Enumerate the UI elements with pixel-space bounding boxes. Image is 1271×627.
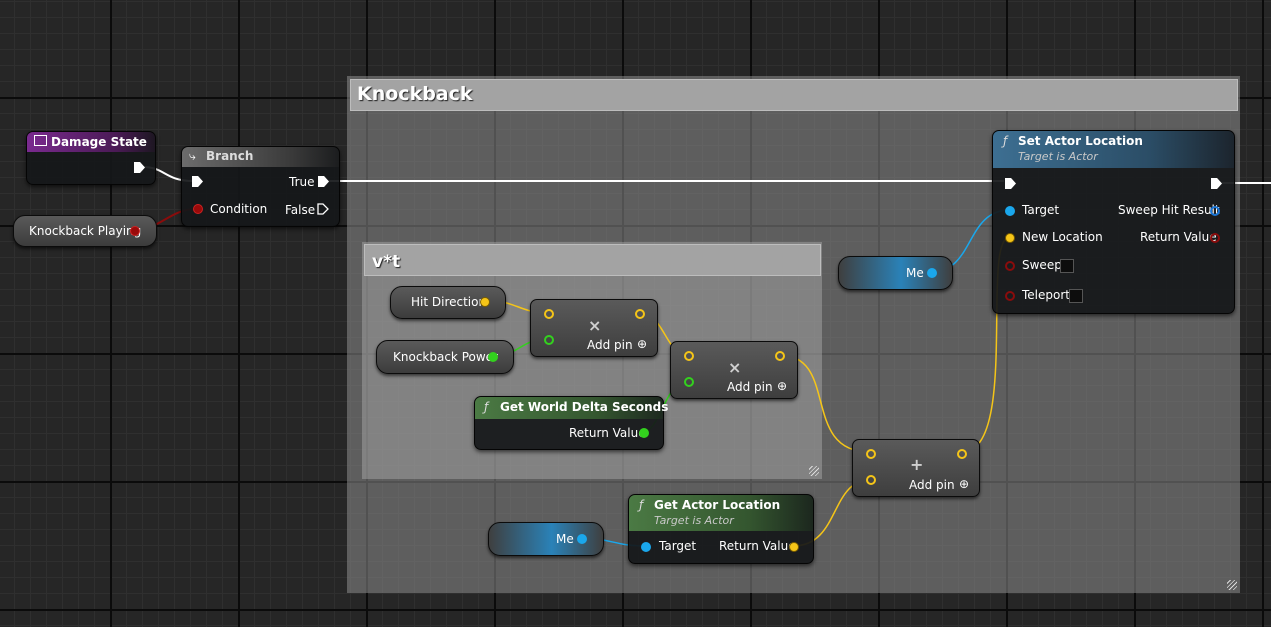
branch-exec-false[interactable]	[317, 203, 329, 215]
branch-false-label: False	[285, 203, 316, 217]
set-actor-location-exec-out[interactable]	[1211, 178, 1222, 189]
function-icon: ƒ	[484, 400, 489, 414]
get-actor-location-title: Get Actor Location	[654, 498, 781, 512]
hit-direction-out-pin[interactable]	[480, 297, 490, 307]
sweep-pin[interactable]	[1005, 261, 1015, 271]
knockback-power-node[interactable]: Knockback Power	[376, 340, 514, 374]
damage-state-title: Damage State	[51, 135, 147, 149]
multiply-1-add-pin[interactable]: Add pin	[587, 338, 633, 352]
new-location-pin[interactable]	[1005, 233, 1015, 243]
multiply-2-add-pin[interactable]: Add pin	[727, 380, 773, 394]
sweep-checkbox[interactable]	[1060, 259, 1074, 273]
branch-exec-true[interactable]	[318, 176, 329, 187]
teleport-checkbox[interactable]	[1069, 289, 1083, 303]
get-world-delta-seconds-title: Get World Delta Seconds	[500, 400, 669, 414]
branch-true-label: True	[289, 175, 315, 189]
knockback-playing-node[interactable]: Knockback Playing	[13, 215, 157, 247]
set-actor-location-target-label: Target	[1022, 203, 1060, 217]
self-reference-label: Me	[906, 266, 924, 280]
branch-exec-in[interactable]	[192, 176, 203, 187]
hit-direction-node[interactable]: Hit Direction	[390, 286, 506, 319]
multiply-1-in-b[interactable]	[544, 335, 554, 345]
plus-circle-icon[interactable]: ⊕	[637, 337, 647, 351]
get-actor-location-subtitle: Target is Actor	[654, 514, 734, 527]
get-actor-location-target-label: Target	[659, 539, 697, 553]
multiply-2-out[interactable]	[775, 351, 785, 361]
add-icon: +	[910, 455, 924, 474]
multiply-2-in-b[interactable]	[684, 377, 694, 387]
add-add-pin[interactable]: Add pin	[909, 478, 955, 492]
set-actor-location-target-pin[interactable]	[1005, 206, 1015, 216]
self-reference-node-2[interactable]: Me	[488, 522, 604, 556]
get-actor-location-return-pin[interactable]	[789, 542, 799, 552]
add-in-b[interactable]	[866, 475, 876, 485]
self-reference-label-2: Me	[556, 532, 574, 546]
set-actor-location-exec-in[interactable]	[1005, 178, 1016, 189]
get-actor-location-target-pin[interactable]	[641, 542, 651, 552]
self-reference-out-pin[interactable]	[927, 268, 937, 278]
multiply-node-1[interactable]: × Add pin ⊕	[530, 299, 658, 357]
add-out[interactable]	[957, 449, 967, 459]
damage-state-node[interactable]: Damage State	[26, 131, 156, 185]
multiply-1-in-a[interactable]	[544, 309, 554, 319]
multiply-1-out[interactable]	[635, 309, 645, 319]
sweep-hit-result-label: Sweep Hit Result	[1118, 203, 1220, 217]
set-actor-location-title: Set Actor Location	[1018, 134, 1143, 148]
plus-circle-icon[interactable]: ⊕	[777, 379, 787, 393]
damage-state-exec-out[interactable]	[134, 162, 145, 173]
branch-title: Branch	[206, 149, 254, 163]
function-icon: ƒ	[1003, 134, 1008, 148]
set-actor-location-subtitle: Target is Actor	[1018, 150, 1098, 163]
branch-condition-label: Condition	[210, 202, 268, 216]
set-actor-location-node[interactable]: ƒ Set Actor Location Target is Actor Tar…	[992, 130, 1235, 314]
multiply-icon: ×	[588, 316, 602, 335]
self-reference-node[interactable]: Me	[838, 256, 953, 290]
multiply-icon: ×	[728, 358, 742, 377]
teleport-pin[interactable]	[1005, 291, 1015, 301]
hit-direction-label: Hit Direction	[411, 295, 487, 309]
add-node[interactable]: + Add pin ⊕	[852, 439, 980, 497]
sweep-hit-result-pin[interactable]	[1210, 206, 1220, 216]
add-in-a[interactable]	[866, 449, 876, 459]
get-world-delta-seconds-return-label: Return Value	[569, 426, 646, 440]
knockback-power-label: Knockback Power	[393, 350, 498, 364]
set-actor-location-return-pin[interactable]	[1210, 233, 1220, 243]
branch-icon: ⤷	[189, 149, 196, 163]
plus-circle-icon[interactable]: ⊕	[959, 477, 969, 491]
new-location-label: New Location	[1022, 230, 1103, 244]
sweep-label: Sweep	[1022, 258, 1062, 272]
knockback-playing-out-pin[interactable]	[130, 226, 140, 236]
branch-condition-pin[interactable]	[193, 204, 203, 214]
set-actor-location-return-label: Return Value	[1140, 230, 1217, 244]
self-reference-out-pin-2[interactable]	[577, 534, 587, 544]
knockback-playing-label: Knockback Playing	[29, 224, 142, 238]
variable-icon	[34, 135, 47, 146]
teleport-label: Teleport	[1022, 288, 1070, 302]
get-world-delta-seconds-return-pin[interactable]	[639, 428, 649, 438]
get-actor-location-return-label: Return Value	[719, 539, 796, 553]
function-icon: ƒ	[639, 498, 644, 512]
multiply-node-2[interactable]: × Add pin ⊕	[670, 341, 798, 399]
get-actor-location-node[interactable]: ƒ Get Actor Location Target is Actor Tar…	[628, 494, 814, 564]
branch-node[interactable]: ⤷ Branch True Condition False	[181, 146, 340, 227]
get-world-delta-seconds-node[interactable]: ƒ Get World Delta Seconds Return Value	[474, 396, 668, 450]
knockback-power-out-pin[interactable]	[488, 352, 498, 362]
multiply-2-in-a[interactable]	[684, 351, 694, 361]
